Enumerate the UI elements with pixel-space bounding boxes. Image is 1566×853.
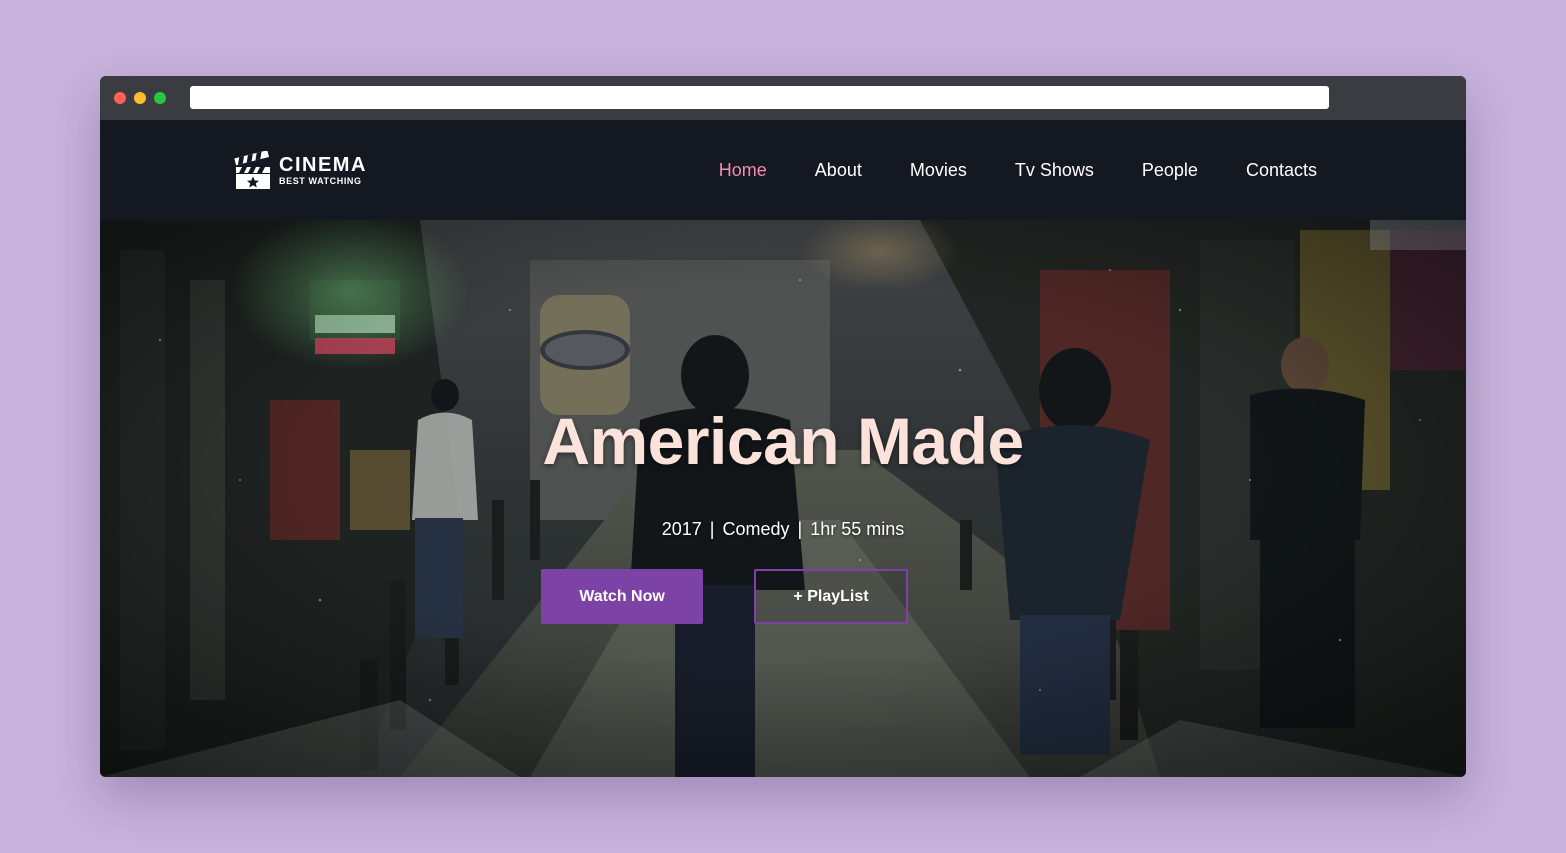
nav-link-contacts[interactable]: Contacts	[1246, 160, 1317, 180]
main-nav: Home About Movies Tv Shows People Contac…	[719, 158, 1317, 182]
maximize-dot[interactable]	[154, 92, 166, 104]
nav-item-people: People	[1142, 158, 1198, 182]
logo-title: CINEMA	[279, 154, 367, 176]
nav-link-about[interactable]: About	[815, 160, 862, 180]
site-header: CINEMA BEST WATCHING Home About Movies T…	[100, 120, 1466, 220]
clapperboard-icon	[233, 151, 273, 191]
minimize-dot[interactable]	[134, 92, 146, 104]
movie-genre: Comedy	[722, 519, 790, 539]
nav-link-movies[interactable]: Movies	[910, 160, 967, 180]
nav-item-tv-shows: Tv Shows	[1015, 158, 1094, 182]
movie-meta: 2017 | Comedy | 1hr 55 mins	[100, 517, 1466, 541]
movie-duration: 1hr 55 mins	[810, 519, 905, 539]
meta-separator: |	[797, 519, 803, 539]
site-logo[interactable]: CINEMA BEST WATCHING	[233, 150, 367, 192]
nav-link-tv-shows[interactable]: Tv Shows	[1015, 160, 1094, 180]
logo-text: CINEMA BEST WATCHING	[279, 155, 367, 187]
nav-item-movies: Movies	[910, 158, 967, 182]
hero-background-image	[100, 220, 1466, 777]
nav-link-home[interactable]: Home	[719, 160, 767, 180]
nav-link-people[interactable]: People	[1142, 160, 1198, 180]
logo-subtitle: BEST WATCHING	[279, 176, 362, 186]
add-playlist-button[interactable]: + PlayList	[754, 569, 908, 624]
nav-item-contacts: Contacts	[1246, 158, 1317, 182]
close-dot[interactable]	[114, 92, 126, 104]
browser-chrome	[100, 76, 1466, 120]
nav-item-about: About	[815, 158, 862, 182]
browser-window: CINEMA BEST WATCHING Home About Movies T…	[100, 76, 1466, 777]
hero-banner: American Made 2017 | Comedy | 1hr 55 mins Wa…	[100, 220, 1466, 777]
meta-separator: |	[709, 519, 715, 539]
nav-item-home: Home	[719, 158, 767, 182]
movie-year: 2017	[661, 519, 702, 539]
watch-now-button[interactable]: Watch Now	[541, 569, 703, 624]
movie-title: American Made	[542, 404, 1024, 478]
address-bar[interactable]	[190, 86, 1329, 109]
